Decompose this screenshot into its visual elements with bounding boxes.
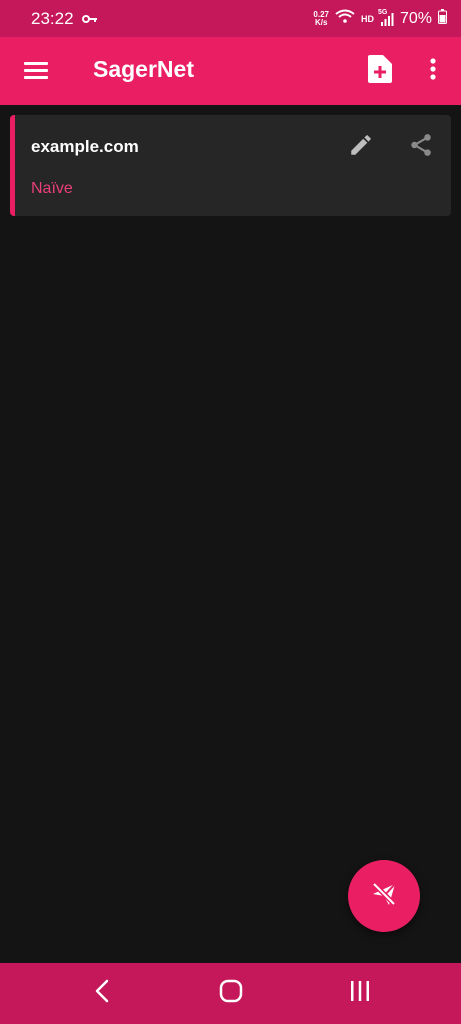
nav-recents-button[interactable] bbox=[338, 973, 382, 1013]
share-icon bbox=[408, 132, 434, 163]
more-vert-icon bbox=[430, 57, 436, 85]
profile-name: example.com bbox=[31, 137, 139, 156]
home-icon bbox=[219, 979, 243, 1008]
net-speed: 0.27 K/s bbox=[313, 10, 329, 27]
nav-home-button[interactable] bbox=[209, 973, 253, 1013]
profile-card[interactable]: example.com Naïve bbox=[10, 115, 451, 216]
paper-plane-off-icon bbox=[369, 879, 399, 914]
connect-fab[interactable] bbox=[348, 860, 420, 932]
recents-icon bbox=[349, 980, 371, 1007]
back-chevron-icon bbox=[95, 979, 109, 1008]
profile-type: Naïve bbox=[31, 180, 73, 197]
battery-percent: 70% bbox=[399, 9, 432, 27]
new-profile-button[interactable] bbox=[360, 51, 400, 91]
battery-icon bbox=[438, 8, 447, 29]
overflow-menu-button[interactable] bbox=[413, 51, 453, 91]
system-nav-bar bbox=[0, 963, 461, 1024]
network-type: 5G bbox=[377, 8, 388, 16]
pencil-icon bbox=[348, 132, 374, 163]
edit-profile-button[interactable] bbox=[343, 129, 379, 165]
status-bar: 23:22 0.27 K/s HD 5G 70% bbox=[0, 0, 461, 37]
note-add-icon bbox=[368, 54, 392, 88]
status-indicators: 0.27 K/s HD 5G 70% bbox=[313, 8, 447, 29]
hamburger-menu-icon bbox=[24, 61, 48, 84]
wifi-icon bbox=[335, 9, 355, 28]
menu-button[interactable] bbox=[16, 52, 56, 92]
vpn-key-icon bbox=[81, 14, 98, 24]
net-speed-unit: K/s bbox=[314, 17, 328, 27]
screen: 23:22 0.27 K/s HD 5G 70% SagerNet exampl… bbox=[0, 0, 461, 1024]
cell-signal-icon: 5G bbox=[377, 8, 394, 26]
hd-label: HD bbox=[360, 13, 374, 24]
app-bar: SagerNet bbox=[0, 37, 461, 105]
app-title: SagerNet bbox=[93, 56, 194, 82]
status-time: 23:22 bbox=[31, 8, 74, 28]
share-profile-button[interactable] bbox=[403, 129, 439, 165]
nav-back-button[interactable] bbox=[80, 973, 124, 1013]
